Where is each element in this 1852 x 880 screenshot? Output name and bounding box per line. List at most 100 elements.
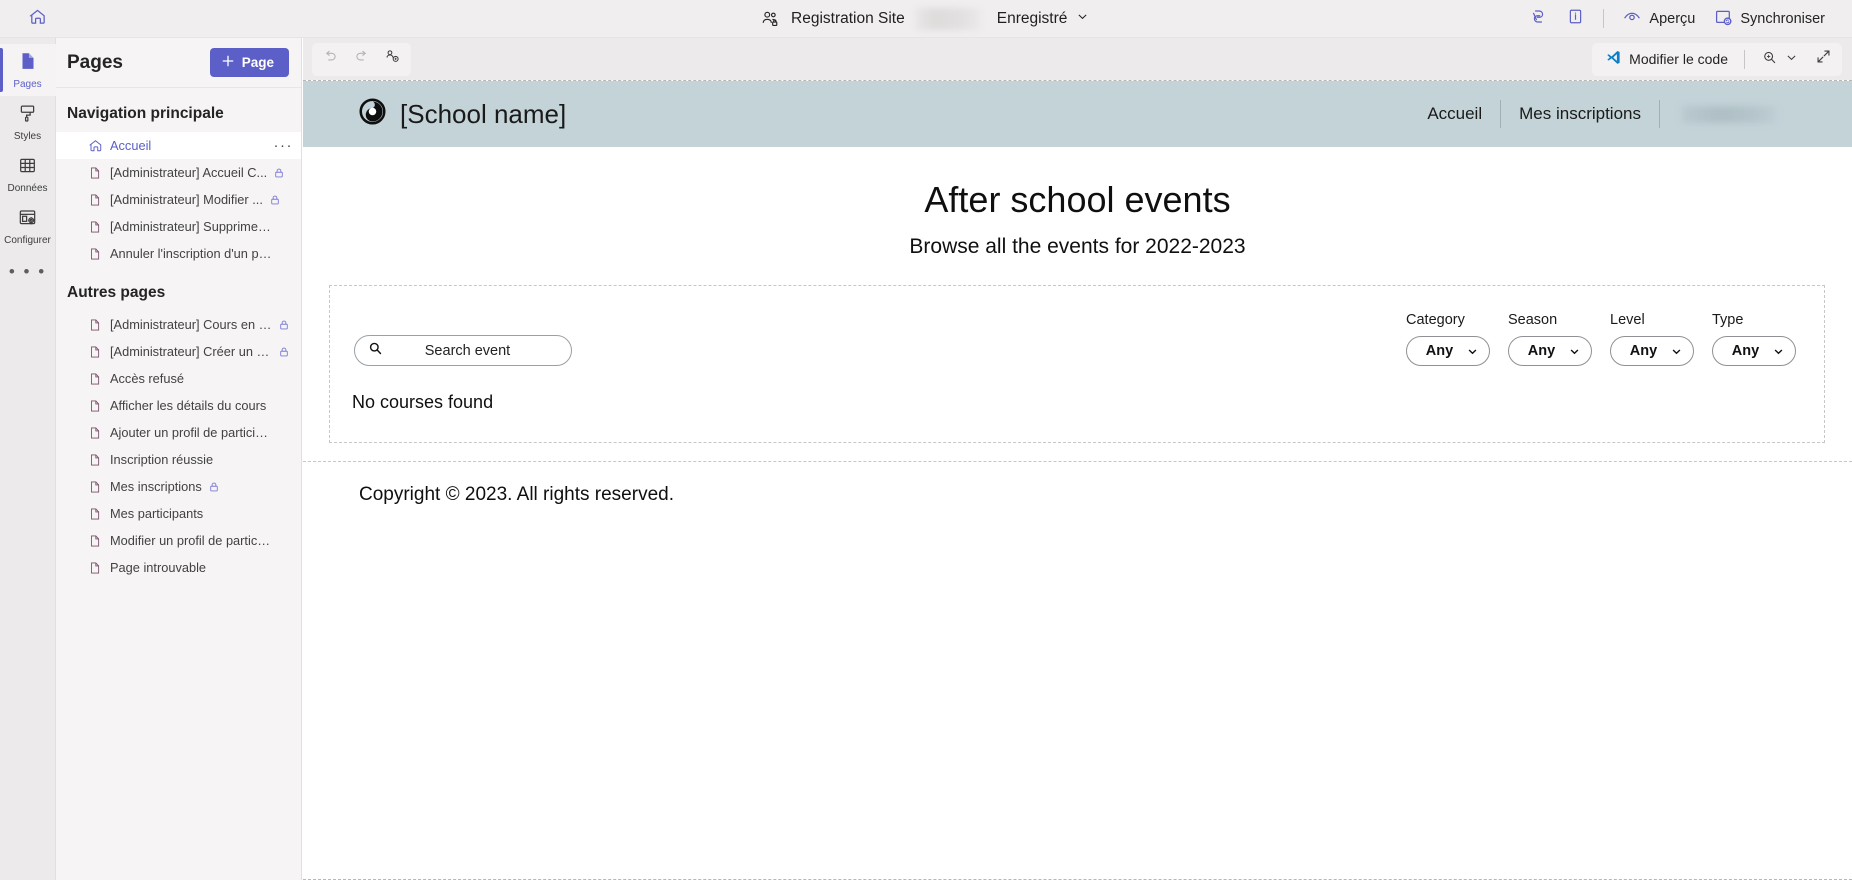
rail-item-pages[interactable]: Pages	[0, 44, 56, 96]
sidebar-item-page-introuvable[interactable]: Page introuvable	[56, 554, 301, 581]
rail-item-configurer[interactable]: Configurer	[0, 200, 56, 252]
site-footer: Copyright © 2023. All rights reserved.	[359, 484, 674, 505]
sidebar-item-admin-creer-un-c[interactable]: [Administrateur] Créer un c...	[56, 338, 301, 365]
info-panel-icon	[1566, 7, 1585, 30]
sidebar-item-afficher-details-cours[interactable]: Afficher les détails du cours	[56, 392, 301, 419]
sidebar-item-admin-cours-en-d[interactable]: [Administrateur] Cours en d...	[56, 311, 301, 338]
edit-code-button[interactable]: Modifier le code	[1595, 45, 1738, 74]
site-brand[interactable]: [School name]	[359, 98, 566, 130]
lock-icon	[278, 319, 290, 331]
page-icon	[88, 480, 105, 494]
page-icon	[88, 534, 105, 548]
sidebar-item-ajouter-profil-participant[interactable]: Ajouter un profil de participant	[56, 419, 301, 446]
page-icon	[88, 247, 105, 261]
page-subtitle: Browse all the events for 2022-2023	[909, 235, 1246, 258]
sidebar-item-label: [Administrateur] Cours en d...	[110, 317, 272, 332]
sidebar-item-accueil[interactable]: Accueil ···	[56, 132, 301, 159]
link-page-button[interactable]	[377, 45, 408, 74]
toolbar-divider	[1603, 9, 1605, 28]
site-brand-name: [School name]	[400, 98, 567, 129]
filter-row: Search event Category Any Season Any Lev…	[354, 312, 1796, 366]
filter-type-select[interactable]: Any	[1712, 336, 1796, 366]
canvas-toolbar-right-group: Modifier le code	[1592, 42, 1842, 76]
table-icon	[17, 155, 38, 181]
expand-canvas-button[interactable]	[1808, 45, 1839, 74]
pages-panel: Pages Page Navigation principale Accueil…	[56, 38, 302, 880]
sync-cloud-icon	[1713, 7, 1733, 31]
sidebar-item-acces-refuse[interactable]: Accès refusé	[56, 365, 301, 392]
sidebar-item-annuler-inscription[interactable]: Annuler l'inscription d'un partic...	[56, 240, 301, 267]
search-input[interactable]: Search event	[354, 335, 572, 366]
sidebar-item-label: Inscription réussie	[110, 452, 214, 467]
sidebar-item-label: [Administrateur] Créer un c...	[110, 344, 272, 359]
brush-icon	[17, 103, 38, 129]
sidebar-item-admin-accueil-c[interactable]: [Administrateur] Accueil C...	[56, 159, 301, 186]
zoom-in-icon	[1761, 49, 1778, 69]
sidebar-item-label: [Administrateur] Supprimer le c...	[110, 219, 272, 234]
edit-code-label: Modifier le code	[1629, 51, 1728, 67]
top-bar-center-region: Registration Site Enregistré	[330, 7, 1520, 30]
page-icon	[88, 193, 105, 207]
ellipsis-icon[interactable]: • • •	[9, 262, 46, 282]
sidebar-item-mes-inscriptions[interactable]: Mes inscriptions	[56, 473, 301, 500]
rail-item-styles[interactable]: Styles	[0, 96, 56, 148]
toolbar-divider	[1744, 49, 1745, 69]
site-header: [School name] Accueil Mes inscriptions	[303, 81, 1852, 147]
preview-button[interactable]: Aperçu	[1613, 4, 1704, 34]
undo-button[interactable]	[315, 45, 346, 74]
filter-type-value: Any	[1731, 343, 1760, 359]
site-nav-accueil[interactable]: Accueil	[1409, 104, 1500, 124]
vscode-icon	[1605, 49, 1622, 69]
sidebar-item-label: Ajouter un profil de participant	[110, 425, 272, 440]
rail-label-pages: Pages	[13, 79, 42, 90]
page-icon	[88, 399, 105, 413]
rail-item-donnees[interactable]: Données	[0, 148, 56, 200]
lock-icon	[273, 167, 285, 179]
lock-icon	[269, 194, 281, 206]
sync-button[interactable]: Synchroniser	[1704, 4, 1834, 34]
page-icon	[88, 507, 105, 521]
filter-type-label: Type	[1712, 312, 1744, 328]
website-preview-frame: [School name] Accueil Mes inscriptions A…	[303, 80, 1852, 880]
chevron-down-icon[interactable]	[1076, 10, 1089, 28]
zoom-control[interactable]	[1751, 45, 1808, 74]
left-rail: Pages Styles Données Configurer • • •	[0, 38, 56, 880]
filter-selects: Category Any Season Any Level Any Type A…	[1406, 312, 1796, 366]
sidebar-item-admin-supprimer[interactable]: [Administrateur] Supprimer le c...	[56, 213, 301, 240]
redacted-site-badge	[914, 7, 981, 30]
info-panel-button[interactable]	[1557, 4, 1594, 34]
sidebar-item-label: Accueil	[110, 138, 152, 153]
nav-divider	[1659, 100, 1660, 128]
sidebar-item-label: Mes inscriptions	[110, 479, 202, 494]
filter-season-select[interactable]: Any	[1508, 336, 1592, 366]
copilot-button[interactable]	[1520, 4, 1557, 34]
events-filter-section: Search event Category Any Season Any Lev…	[329, 285, 1825, 443]
filter-level-value: Any	[1629, 343, 1658, 359]
sidebar-item-modifier-profil-participant[interactable]: Modifier un profil de participant	[56, 527, 301, 554]
sync-label: Synchroniser	[1740, 10, 1825, 27]
sidebar-item-mes-participants[interactable]: Mes participants	[56, 500, 301, 527]
sidebar-item-inscription-reussie[interactable]: Inscription réussie	[56, 446, 301, 473]
link-page-icon	[384, 48, 401, 70]
expand-icon	[1815, 48, 1832, 70]
filter-level-select[interactable]: Any	[1610, 336, 1694, 366]
add-page-button[interactable]: Page	[209, 48, 289, 77]
page-icon	[88, 372, 105, 386]
redo-icon	[353, 48, 370, 70]
pages-icon	[17, 50, 39, 77]
top-bar-right-region: Aperçu Synchroniser	[1520, 4, 1852, 34]
home-button[interactable]	[22, 4, 52, 34]
site-nav-mes-inscriptions[interactable]: Mes inscriptions	[1501, 104, 1659, 124]
sidebar-item-admin-modifier[interactable]: [Administrateur] Modifier ...	[56, 186, 301, 213]
chevron-down-icon	[1772, 345, 1785, 358]
sidebar-item-label: Afficher les détails du cours	[110, 398, 267, 413]
redo-button[interactable]	[346, 45, 377, 74]
site-name-label: Registration Site	[791, 9, 905, 27]
page-overflow-menu-icon[interactable]: ···	[274, 137, 294, 154]
filter-season-label: Season	[1508, 312, 1558, 328]
page-icon	[88, 453, 105, 467]
lock-icon	[208, 481, 220, 493]
filter-category-select[interactable]: Any	[1406, 336, 1490, 366]
page-icon	[88, 561, 105, 575]
save-state-label[interactable]: Enregistré	[997, 10, 1068, 28]
